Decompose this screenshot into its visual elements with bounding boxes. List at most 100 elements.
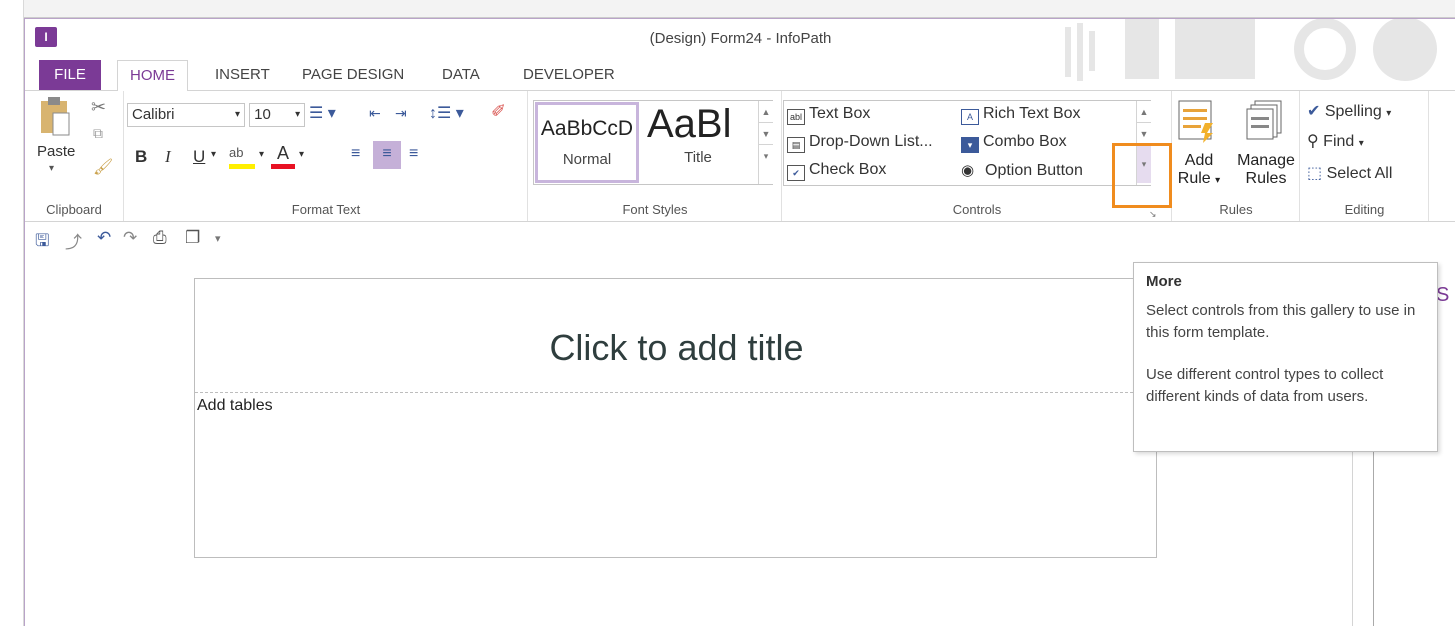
save-icon[interactable]: 🖫 xyxy=(35,228,49,257)
form-body-text[interactable]: Add tables xyxy=(197,397,273,415)
format-painter-icon[interactable]: 🖌 xyxy=(93,157,113,177)
scroll-down-icon[interactable]: ▼ xyxy=(1137,123,1151,145)
text-box-icon: abl xyxy=(787,109,805,125)
rich-text-box-icon: A xyxy=(961,109,979,125)
format-text-group-label: Format Text xyxy=(291,202,361,217)
option-button-label: Option Button xyxy=(985,162,1083,179)
align-right-icon[interactable]: ≡ xyxy=(409,145,418,163)
drop-down-list-label: Drop-Down List... xyxy=(809,133,933,150)
font-color-dropdown-arrow-icon[interactable]: ▾ xyxy=(299,149,304,160)
manage-rules-label-2: Rules xyxy=(1245,170,1287,187)
select-all-button[interactable]: ⬚ Select All xyxy=(1307,163,1392,183)
increase-indent-icon[interactable]: ⇥ xyxy=(395,105,407,122)
font-styles-group-label: Font Styles xyxy=(622,202,688,217)
add-rule-label-2: Rule ▾ xyxy=(1177,170,1221,188)
cut-icon[interactable]: ✂ xyxy=(91,97,106,118)
tab-page-design[interactable]: PAGE DESIGN xyxy=(290,60,416,90)
quick-access-toolbar: 🖫 ⤴ ↶ ↷ ⎙ ❐ ▾ xyxy=(25,224,1455,254)
tab-file[interactable]: FILE xyxy=(39,60,101,90)
paste-dropdown-arrow-icon[interactable]: ▾ xyxy=(49,163,54,174)
line-spacing-icon[interactable]: ↕☰ ▾ xyxy=(429,103,464,123)
scroll-up-icon[interactable]: ▲ xyxy=(1137,101,1151,123)
rich-text-box-control[interactable]: A Rich Text Box xyxy=(961,105,1081,125)
font-styles-scrollbar[interactable]: ▲ ▼ ▾ xyxy=(758,101,773,184)
style-normal-label: Normal xyxy=(562,151,612,168)
font-row: Calibri ▾ 10 ▾ xyxy=(127,103,306,127)
style-title-preview: AaBl xyxy=(647,102,732,146)
tooltip-line1: Select controls from this gallery to use… xyxy=(1146,302,1416,341)
tab-data[interactable]: DATA xyxy=(430,60,492,90)
find-button[interactable]: ⚲ Find ▾ xyxy=(1307,131,1364,151)
tab-developer[interactable]: DEVELOPER xyxy=(511,60,627,90)
font-size-value: 10 xyxy=(254,106,271,123)
option-button-control[interactable]: ◉ Option Button xyxy=(961,161,1083,180)
drop-down-list-control[interactable]: ▤ Drop-Down List... xyxy=(787,133,933,153)
add-rule-button[interactable]: Add Rule ▾ xyxy=(1177,99,1221,211)
copy-icon[interactable]: ⧉ xyxy=(93,125,103,142)
decrease-indent-icon[interactable]: ⇤ xyxy=(369,105,381,122)
paste-button[interactable]: Paste xyxy=(37,143,75,160)
option-button-icon: ◉ xyxy=(961,162,975,179)
italic-button[interactable]: I xyxy=(165,147,171,167)
manage-rules-icon xyxy=(1246,100,1282,140)
font-name-value: Calibri xyxy=(132,106,175,123)
editing-group: ✔ Spelling ▾ ⚲ Find ▾ ⬚ Select All Editi… xyxy=(1301,91,1429,221)
underline-dropdown-arrow-icon[interactable]: ▾ xyxy=(211,149,216,160)
more-styles-icon[interactable]: ▾ xyxy=(759,145,773,167)
form-canvas[interactable]: Click to add title Add tables xyxy=(194,278,1158,558)
window-title: (Design) Form24 - InfoPath xyxy=(649,30,832,47)
scroll-up-icon[interactable]: ▲ xyxy=(759,101,773,123)
clipboard-group: Paste ▾ ✂ ⧉ 🖌 Clipboard xyxy=(25,91,124,221)
redo-icon[interactable]: ↷ xyxy=(123,228,137,248)
rich-text-box-label: Rich Text Box xyxy=(983,105,1081,122)
check-box-control[interactable]: ✔ Check Box xyxy=(787,161,886,181)
drop-down-list-icon: ▤ xyxy=(787,137,805,153)
add-rule-label-line2: Rule xyxy=(1177,170,1211,187)
check-box-icon: ✔ xyxy=(787,165,805,181)
editing-group-label: Editing xyxy=(1344,202,1385,217)
select-all-icon: ⬚ xyxy=(1307,165,1323,182)
binoculars-icon: ⚲ xyxy=(1307,133,1319,150)
bold-button[interactable]: B xyxy=(135,147,147,167)
scroll-down-icon[interactable]: ▼ xyxy=(759,123,773,145)
chevron-down-icon: ▾ xyxy=(295,109,301,120)
more-tooltip: More Select controls from this gallery t… xyxy=(1133,262,1438,452)
highlight-color-icon[interactable]: ab xyxy=(229,145,255,169)
underline-button[interactable]: U xyxy=(193,147,205,167)
font-name-dropdown[interactable]: Calibri ▾ xyxy=(127,103,245,127)
font-color-icon[interactable]: A xyxy=(271,143,295,169)
style-title[interactable]: AaBl Title xyxy=(643,102,753,183)
clear-formatting-icon[interactable]: ✐ xyxy=(491,101,506,122)
select-all-label: Select All xyxy=(1326,165,1393,182)
bullets-icon[interactable]: ☰ ▾ xyxy=(309,103,336,123)
spelling-label: Spelling xyxy=(1324,103,1382,120)
spelling-button[interactable]: ✔ Spelling ▾ xyxy=(1307,101,1391,121)
clipboard-group-label: Clipboard xyxy=(46,202,102,217)
title-bar: I (Design) Form24 - InfoPath xyxy=(25,19,1455,81)
text-box-control[interactable]: abl Text Box xyxy=(787,105,870,125)
font-size-dropdown[interactable]: 10 ▾ xyxy=(249,103,306,127)
tab-home[interactable]: HOME xyxy=(117,60,188,91)
align-center-icon[interactable]: ≡ xyxy=(373,141,401,169)
tooltip-title: More xyxy=(1146,273,1182,290)
style-normal[interactable]: AaBbCcD Normal xyxy=(535,102,639,183)
customize-toolbar-icon[interactable]: ▾ xyxy=(215,232,221,245)
align-left-icon[interactable]: ≡ xyxy=(351,145,360,163)
tooltip-line2: Use different control types to collect d… xyxy=(1146,366,1384,405)
chevron-down-icon: ▾ xyxy=(1386,108,1392,119)
background-window-edge xyxy=(0,0,24,626)
ribbon: Paste ▾ ✂ ⧉ 🖌 Clipboard Calibri ▾ 10 ▾ ☰ ▾… xyxy=(25,90,1455,222)
highlight-dropdown-arrow-icon[interactable]: ▾ xyxy=(259,149,264,160)
page-setup-icon[interactable]: ❐ xyxy=(185,228,200,248)
task-pane-heading-fragment-icon: S xyxy=(1436,284,1450,306)
combo-box-control[interactable]: ▾ Combo Box xyxy=(961,133,1067,153)
paste-icon[interactable] xyxy=(39,97,71,137)
undo-icon[interactable]: ↶ xyxy=(97,228,111,248)
tab-insert[interactable]: INSERT xyxy=(203,60,282,90)
text-box-label: Text Box xyxy=(809,105,871,122)
ribbon-tabs: FILE HOME INSERT PAGE DESIGN DATA DEVELO… xyxy=(25,60,1455,91)
preview-icon[interactable]: ⎙ xyxy=(153,228,167,248)
manage-rules-button[interactable]: Manage Rules xyxy=(1235,99,1297,211)
publish-icon[interactable]: ⤴ xyxy=(65,228,82,253)
form-title-placeholder[interactable]: Click to add title xyxy=(195,279,1158,393)
